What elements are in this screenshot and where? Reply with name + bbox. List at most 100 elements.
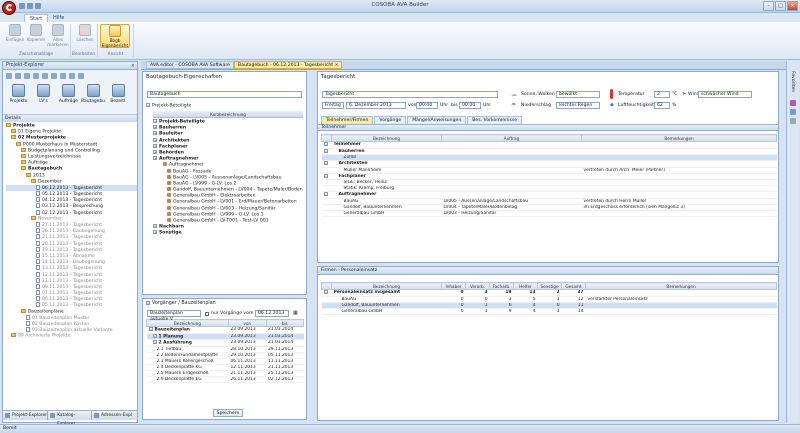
plan-select[interactable]: Bauzeitenplan aktuelle V (147, 310, 201, 322)
project-explorer-header: Projekt-Explorer × (3, 62, 137, 70)
report-type-select[interactable]: Tagesbericht (322, 91, 498, 98)
col-remarks: Bemerkungen (581, 134, 777, 142)
close-panel-icon[interactable]: × (131, 62, 135, 70)
nav-button-4[interactable]: Bezeitl. (106, 84, 131, 104)
copy-icon (30, 24, 42, 36)
refresh-icon[interactable] (69, 73, 75, 79)
report-tab-0[interactable]: Teilnehmer/Firmen (321, 116, 374, 124)
undo-icon[interactable] (27, 3, 33, 9)
delete-button[interactable]: Löschen (74, 24, 96, 48)
properties-title: Bautagebuch-Eigenschaften (146, 74, 222, 80)
filter-icon[interactable] (60, 73, 66, 79)
expand-icon[interactable]: + (153, 224, 157, 229)
expand-icon[interactable]: − (323, 173, 328, 178)
expand-icon[interactable]: + (153, 137, 157, 142)
report-tab-1[interactable]: Vorgänge (374, 116, 407, 124)
folder-icon[interactable] (6, 73, 12, 79)
participant-remark (581, 210, 777, 217)
expand-icon[interactable]: − (153, 119, 157, 123)
info-icon[interactable] (790, 109, 796, 116)
daily-report-button[interactable]: Bbgb Eigenbericht (100, 24, 130, 48)
to-time[interactable]: 00:00 (459, 102, 481, 109)
expand-icon[interactable]: + (153, 143, 157, 148)
save-button[interactable]: Speichern (213, 409, 243, 417)
new-icon[interactable] (15, 73, 21, 79)
nav-button-2[interactable]: Aufträge (56, 84, 81, 104)
properties-panel: Bautagebuch-Eigenschaften Bautagebuch − P… (142, 71, 307, 295)
expand-icon[interactable]: + (153, 125, 157, 130)
paste-button[interactable]: Einfügen (4, 24, 26, 48)
contact-icon (167, 168, 171, 173)
edit-icon[interactable] (24, 73, 30, 79)
humidity-input[interactable]: 62 (654, 102, 670, 109)
report-tab-2[interactable]: Mängel/Anweisungen (407, 116, 467, 124)
expand-icon[interactable]: + (153, 230, 157, 235)
copy-icon[interactable] (33, 73, 39, 79)
document-icon (36, 228, 40, 234)
tab-project-explorer[interactable]: Projekt-Explorer (3, 411, 48, 420)
doc-tab-daily-report[interactable]: Bautagebuch - 06.12.2013 - Tagesbericht … (234, 61, 343, 69)
folder-icon (31, 215, 36, 220)
from-time[interactable]: 00:00 (416, 102, 438, 109)
select-all-button[interactable]: Alles markieren (47, 24, 69, 48)
only-before-checkbox[interactable] (205, 312, 209, 316)
search-icon[interactable] (78, 73, 84, 79)
participant-item[interactable]: Generalbau GmbH - LV001 - Erd/Mauer/Beto… (153, 199, 303, 205)
quick-access-toolbar[interactable] (19, 3, 59, 10)
calendar-icon[interactable]: ▦ (293, 310, 298, 316)
app-logo-icon[interactable] (2, 1, 16, 15)
report-date[interactable]: 6. Dezember 2013 (346, 102, 406, 109)
tab-address-explorer[interactable]: Adressen-Expl (92, 411, 138, 420)
tab-hilfe[interactable]: Hilfe (48, 14, 69, 22)
expand-icon[interactable]: − (152, 333, 157, 338)
close-button[interactable]: × (787, 1, 798, 11)
temperature-input[interactable]: 2 (654, 91, 670, 98)
document-icon (26, 321, 30, 326)
staff-value: 1 (465, 308, 490, 315)
expand-icon[interactable]: − (323, 290, 328, 294)
participant-item[interactable]: + Sonstige (153, 230, 303, 236)
wind-select[interactable]: schwacher Wind (698, 91, 752, 98)
nav-button-0[interactable]: Projekte (6, 84, 31, 104)
expand-icon[interactable]: − (148, 327, 153, 331)
bookmark-icon[interactable] (790, 100, 796, 107)
notes-icon[interactable] (790, 118, 796, 125)
staff-row[interactable]: Generalbau GmbH 0 1 9 4 1 14 (321, 308, 777, 315)
participant-item[interactable]: BauAG - LV005 - Aussenanlage/Landschafts… (153, 174, 303, 181)
nav-button-3[interactable]: Bautagebu. (81, 84, 106, 104)
tree-item[interactable]: 99 Archivierte Projekte (6, 333, 137, 339)
delete-icon[interactable] (42, 73, 48, 79)
weather-select[interactable]: bewölkt (556, 91, 600, 98)
expand-icon[interactable]: − (323, 142, 328, 146)
close-icon[interactable] (51, 73, 57, 79)
expand-icon[interactable]: − (323, 192, 328, 196)
rain-select[interactable]: leichter Regen (556, 102, 600, 109)
expand-icon[interactable]: + (153, 149, 157, 154)
expand-icon[interactable]: − (323, 148, 328, 153)
tab-start[interactable]: Start (24, 14, 49, 22)
expand-icon[interactable]: − (323, 161, 328, 165)
participant-row[interactable]: Generalbau GmbH LV003 - Heizung/Sanitär (321, 210, 777, 217)
expand-icon[interactable]: + (153, 131, 157, 136)
participants-section-header[interactable]: − Projekt-Beteiligte (146, 103, 191, 109)
minimize-button[interactable]: – (763, 1, 774, 11)
schedule-row[interactable]: 2.6 Deckenplatte EG 26.11.2013 02.12.2013 (146, 376, 304, 383)
maximize-button[interactable]: □ (775, 1, 786, 11)
explorer-toolbar: Projekte LV's Aufträge Bautagebu. Bezeitl. (3, 70, 137, 115)
document-icon (36, 209, 40, 215)
expand-icon[interactable]: − (152, 340, 157, 344)
contact-icon (167, 180, 171, 185)
properties-search[interactable]: Bautagebuch (147, 91, 302, 98)
col-expand (321, 282, 332, 290)
copy-button[interactable]: Kopieren (25, 24, 47, 48)
nav-button-1[interactable]: LV's (31, 84, 56, 104)
doc-tab-ava-editor[interactable]: AVA.editor - COSOBA AVA Software (146, 61, 234, 69)
favorites-tab[interactable]: Favoriten (790, 71, 795, 92)
tab-catalog-explorer[interactable]: Katalog-Explorer (48, 411, 92, 427)
participant-order: LV003 - Heizung/Sanitär (441, 210, 582, 217)
expand-icon[interactable]: + (153, 156, 157, 161)
schedule-date-input[interactable]: 06.12.2013 (255, 310, 289, 317)
report-tab-3[interactable]: Bes. Vorkommnisse (467, 116, 523, 124)
save-icon[interactable] (19, 3, 25, 9)
redo-icon[interactable] (35, 3, 41, 9)
